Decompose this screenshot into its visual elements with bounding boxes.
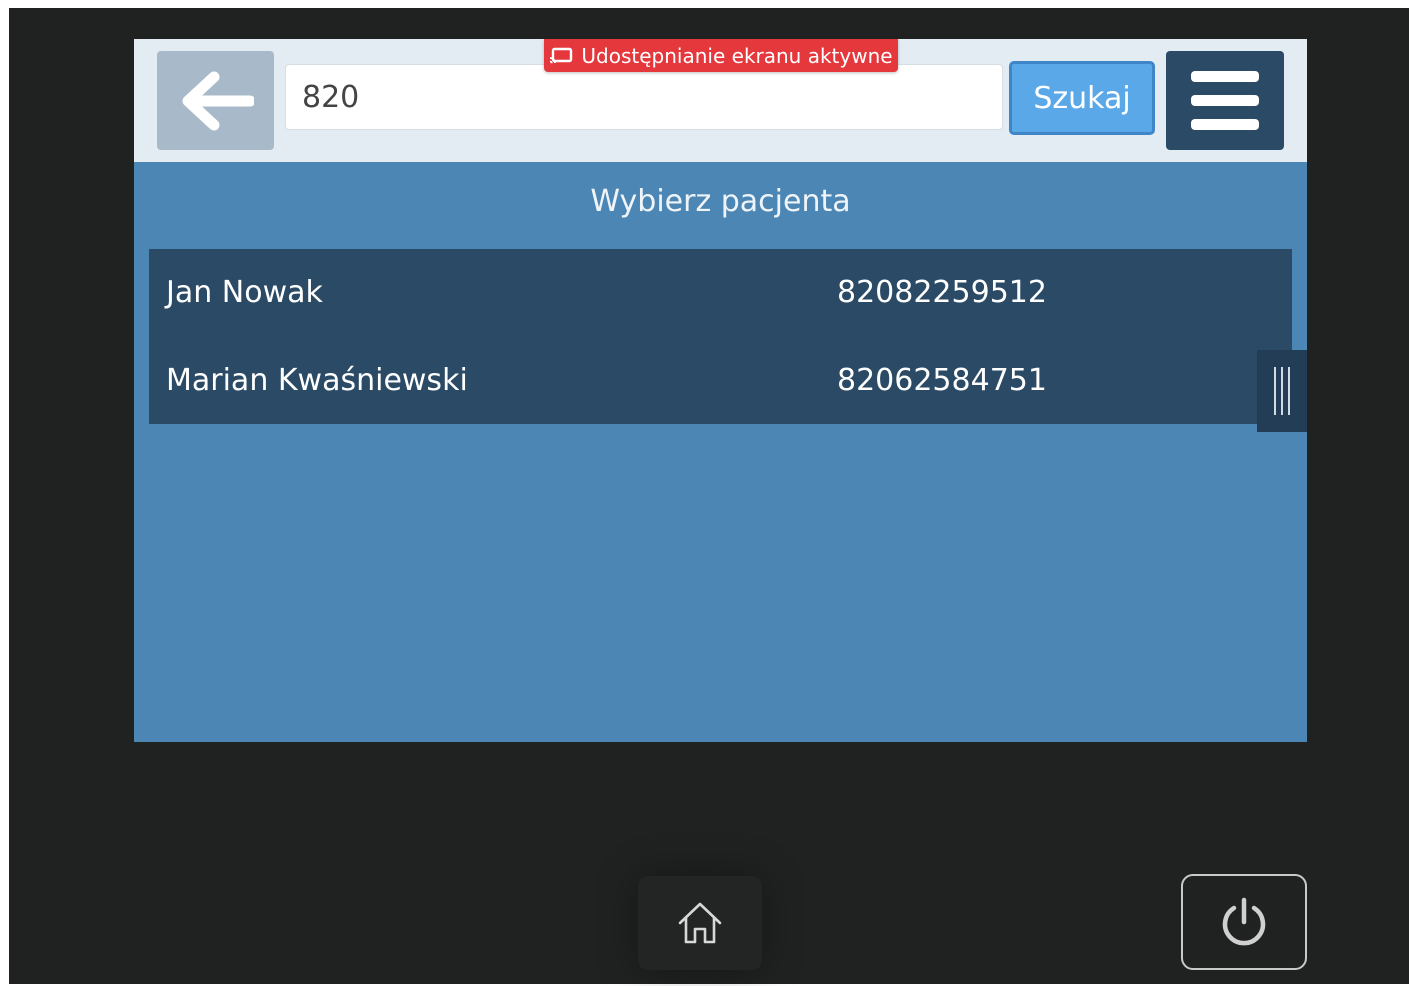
power-button[interactable] — [1181, 874, 1307, 970]
patient-row[interactable]: Marian Kwaśniewski 82062584751 — [149, 337, 1292, 425]
screen-share-label: Udostępnianie ekranu aktywne — [581, 43, 893, 68]
patient-row[interactable]: Jan Nowak 82082259512 — [149, 249, 1292, 337]
top-bar: Szukaj Udostępnianie ekranu aktywne — [134, 39, 1307, 162]
scroll-handle-icon — [1274, 367, 1276, 415]
app-screen: Szukaj Udostępnianie ekranu aktywne Wybi… — [134, 39, 1307, 742]
patient-name: Jan Nowak — [166, 275, 323, 310]
menu-bar — [1191, 95, 1259, 106]
back-button[interactable] — [157, 51, 274, 150]
page-title: Wybierz pacjenta — [590, 184, 851, 219]
search-button[interactable]: Szukaj — [1009, 61, 1155, 135]
scroll-handle[interactable] — [1257, 350, 1307, 432]
device-bezel: Szukaj Udostępnianie ekranu aktywne Wybi… — [9, 8, 1409, 984]
arrow-left-icon — [182, 71, 254, 130]
menu-bar — [1191, 119, 1259, 130]
home-icon — [678, 902, 722, 944]
power-icon — [1222, 897, 1266, 946]
screen-share-banner[interactable]: Udostępnianie ekranu aktywne — [544, 39, 898, 72]
patient-list: Jan Nowak 82082259512 Marian Kwaśniewski… — [149, 249, 1292, 424]
menu-bar — [1191, 71, 1259, 82]
search-input[interactable] — [285, 64, 1003, 130]
patient-pesel: 82082259512 — [837, 275, 1047, 310]
patient-name: Marian Kwaśniewski — [166, 363, 468, 398]
scroll-handle-icon — [1281, 367, 1283, 415]
cast-screen-icon — [550, 47, 573, 63]
home-button[interactable] — [638, 876, 762, 970]
scroll-handle-icon — [1288, 367, 1290, 415]
patient-pesel: 82062584751 — [837, 363, 1047, 398]
menu-button[interactable] — [1166, 51, 1284, 150]
